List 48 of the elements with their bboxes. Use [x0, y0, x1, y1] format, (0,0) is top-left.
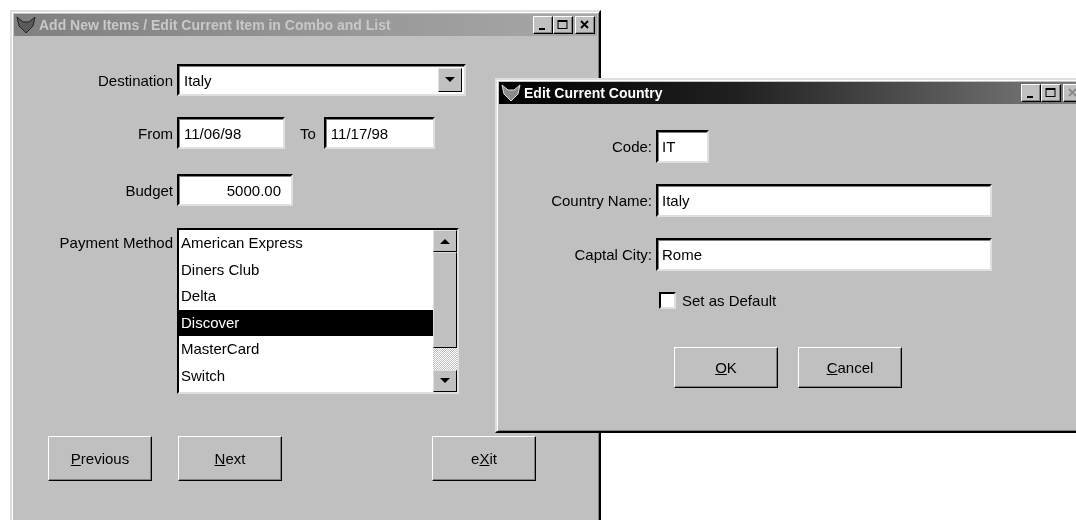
minimize-button[interactable] [533, 16, 553, 34]
scroll-up-icon[interactable] [433, 230, 457, 252]
scroll-track[interactable] [433, 348, 457, 370]
dialog-button[interactable]: Previous [48, 436, 152, 481]
dialog-button[interactable]: Cancel [798, 347, 902, 388]
minimize-button[interactable] [1021, 84, 1041, 102]
window-title: Edit Current Country [524, 85, 664, 101]
input-field[interactable]: Rome [656, 238, 992, 271]
scroll-thumb[interactable] [433, 252, 457, 348]
scroll-down-icon[interactable] [433, 370, 457, 392]
field-label: Captal City: [573, 246, 653, 263]
list-item[interactable]: Discover [179, 309, 433, 336]
list-item[interactable]: Switch [179, 362, 433, 389]
field-label: Budget [124, 181, 174, 199]
input-field[interactable]: 5000.00 [177, 174, 293, 206]
list-item[interactable]: American Express [179, 230, 433, 257]
dialog-button[interactable]: Next [178, 436, 282, 481]
dialog-button[interactable]: OK [674, 347, 778, 388]
close-icon [1066, 87, 1076, 99]
close-button[interactable] [575, 16, 595, 34]
scrollbar[interactable] [433, 230, 457, 392]
close-icon [578, 19, 592, 31]
field-label: Code: [610, 138, 653, 155]
input-field[interactable]: IT [656, 130, 709, 163]
maximize-icon [556, 19, 570, 31]
field-label: To [300, 124, 316, 142]
input-field[interactable]: 11/17/98 [323, 117, 435, 149]
checkbox-label[interactable]: Set as Default [682, 292, 777, 309]
list-item[interactable]: MasterCard [179, 336, 433, 363]
maximize-icon [1044, 87, 1058, 99]
list-item[interactable]: Delta [179, 283, 433, 310]
minimize-icon [1027, 96, 1033, 98]
input-field[interactable]: Italy [656, 184, 992, 217]
cat-head-icon [16, 16, 36, 34]
field-value: Italy [184, 71, 212, 89]
checkbox[interactable] [659, 292, 676, 309]
dialog-button[interactable]: eXit [432, 436, 536, 481]
maximize-button[interactable] [1041, 84, 1061, 102]
field-label: Country Name: [550, 192, 653, 209]
input-field[interactable]: 11/06/98 [177, 117, 285, 149]
field-label: Payment Method [58, 234, 174, 251]
field-label: Destination [96, 71, 174, 89]
destination-dropdown[interactable]: Italy [177, 64, 466, 96]
list-item[interactable]: Diners Club [179, 256, 433, 283]
cat-head-icon [501, 84, 521, 102]
minimize-icon [539, 28, 545, 30]
maximize-button[interactable] [553, 16, 573, 34]
field-label: From [137, 124, 174, 142]
